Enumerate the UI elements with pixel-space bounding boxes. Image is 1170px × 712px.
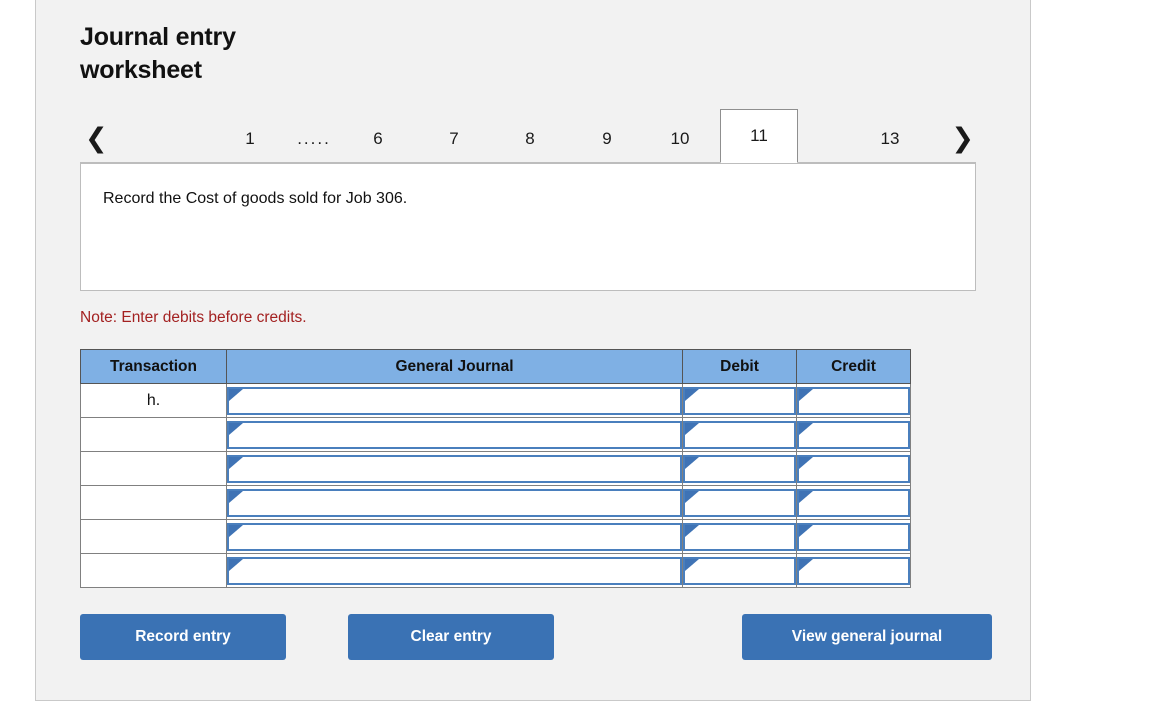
table-row (80, 553, 911, 588)
dropdown-triangle-icon (229, 388, 243, 401)
transaction-label-cell: h. (80, 383, 227, 418)
tab-1[interactable]: 1 (226, 117, 274, 163)
credit-input-2[interactable] (797, 420, 910, 449)
dropdown-triangle-icon (799, 490, 813, 503)
column-header-credit: Credit (796, 349, 911, 384)
credit-cell[interactable] (796, 519, 911, 554)
transaction-label-cell (80, 485, 227, 520)
tab-13[interactable]: 13 (840, 117, 940, 163)
page-title-line-2: worksheet (80, 56, 202, 84)
instruction-text: Record the Cost of goods sold for Job 30… (103, 190, 408, 207)
transaction-label-cell (80, 553, 227, 588)
debit-cell[interactable] (682, 451, 797, 486)
journal-table-head: Transaction General Journal Debit Credit (80, 349, 911, 384)
credit-input-5[interactable] (797, 522, 910, 551)
dropdown-triangle-icon (685, 558, 699, 571)
debit-cell[interactable] (682, 519, 797, 554)
debit-input-2[interactable] (683, 420, 796, 449)
instruction-box: Record the Cost of goods sold for Job 30… (80, 163, 976, 291)
dropdown-triangle-icon (685, 456, 699, 469)
credit-cell[interactable] (796, 383, 911, 418)
record-entry-button[interactable]: Record entry (80, 614, 286, 660)
debit-input-5[interactable] (683, 522, 796, 551)
dropdown-triangle-icon (799, 524, 813, 537)
column-header-debit: Debit (682, 349, 797, 384)
table-row (80, 451, 911, 486)
dropdown-triangle-icon (685, 490, 699, 503)
tab-10[interactable]: 10 (652, 117, 708, 163)
debit-input-1[interactable] (683, 386, 796, 415)
table-row (80, 485, 911, 520)
dropdown-triangle-icon (229, 524, 243, 537)
general-journal-input-4[interactable] (227, 488, 682, 517)
tab-11[interactable]: 11 (720, 109, 798, 163)
credit-cell[interactable] (796, 451, 911, 486)
transaction-label-cell (80, 451, 227, 486)
general-journal-input-5[interactable] (227, 522, 682, 551)
credit-input-3[interactable] (797, 454, 910, 483)
transaction-label-cell (80, 519, 227, 554)
credit-input-4[interactable] (797, 488, 910, 517)
page-title: Journal entry worksheet (80, 21, 340, 87)
clear-entry-button[interactable]: Clear entry (348, 614, 554, 660)
dropdown-triangle-icon (799, 558, 813, 571)
journal-table-header-row: Transaction General Journal Debit Credit (80, 349, 911, 384)
general-journal-input-2[interactable] (227, 420, 682, 449)
journal-entry-worksheet-page: Journal entry worksheet ❮ 1 ..... 6 7 8 … (0, 0, 1170, 712)
debit-input-3[interactable] (683, 454, 796, 483)
dropdown-triangle-icon (229, 490, 243, 503)
credit-input-1[interactable] (797, 386, 910, 415)
view-general-journal-button[interactable]: View general journal (742, 614, 992, 660)
tab-7[interactable]: 7 (430, 117, 478, 163)
credit-cell[interactable] (796, 553, 911, 588)
general-journal-input-1[interactable] (227, 386, 682, 415)
debits-before-credits-note: Note: Enter debits before credits. (80, 309, 307, 326)
journal-table-body: h. (80, 383, 911, 588)
dropdown-triangle-icon (229, 422, 243, 435)
dropdown-triangle-icon (799, 422, 813, 435)
worksheet-panel: Journal entry worksheet ❮ 1 ..... 6 7 8 … (35, 0, 1031, 701)
tab-9[interactable]: 9 (583, 117, 631, 163)
column-header-transaction: Transaction (80, 349, 227, 384)
dropdown-triangle-icon (229, 558, 243, 571)
tab-8[interactable]: 8 (506, 117, 554, 163)
dropdown-triangle-icon (799, 388, 813, 401)
table-row: h. (80, 383, 911, 418)
debit-cell[interactable] (682, 417, 797, 452)
dropdown-triangle-icon (685, 422, 699, 435)
general-journal-cell[interactable] (226, 553, 683, 588)
tab-6[interactable]: 6 (354, 117, 402, 163)
general-journal-cell[interactable] (226, 519, 683, 554)
table-row (80, 417, 911, 452)
general-journal-cell[interactable] (226, 383, 683, 418)
dropdown-triangle-icon (799, 456, 813, 469)
debit-cell[interactable] (682, 553, 797, 588)
general-journal-cell[interactable] (226, 451, 683, 486)
debit-input-4[interactable] (683, 488, 796, 517)
table-row (80, 519, 911, 554)
worksheet-tabbar: ❮ 1 ..... 6 7 8 9 10 11 13 ❯ (80, 107, 976, 163)
journal-table-wrapper: Transaction General Journal Debit Credit… (80, 349, 911, 588)
action-button-bar: Record entry Clear entry View general jo… (80, 614, 992, 660)
credit-cell[interactable] (796, 485, 911, 520)
dropdown-triangle-icon (685, 524, 699, 537)
chevron-left-icon[interactable]: ❮ (85, 125, 108, 152)
dropdown-triangle-icon (685, 388, 699, 401)
credit-input-6[interactable] (797, 556, 910, 585)
transaction-label-cell (80, 417, 227, 452)
general-journal-cell[interactable] (226, 417, 683, 452)
general-journal-input-6[interactable] (227, 556, 682, 585)
general-journal-cell[interactable] (226, 485, 683, 520)
debit-cell[interactable] (682, 485, 797, 520)
credit-cell[interactable] (796, 417, 911, 452)
page-title-line-1: Journal entry (80, 23, 236, 51)
column-header-general-journal: General Journal (226, 349, 683, 384)
general-journal-input-3[interactable] (227, 454, 682, 483)
dropdown-triangle-icon (229, 456, 243, 469)
journal-entry-table: Transaction General Journal Debit Credit… (80, 349, 911, 588)
tab-ellipsis: ..... (297, 129, 331, 148)
chevron-right-icon[interactable]: ❯ (951, 125, 974, 152)
debit-cell[interactable] (682, 383, 797, 418)
debit-input-6[interactable] (683, 556, 796, 585)
